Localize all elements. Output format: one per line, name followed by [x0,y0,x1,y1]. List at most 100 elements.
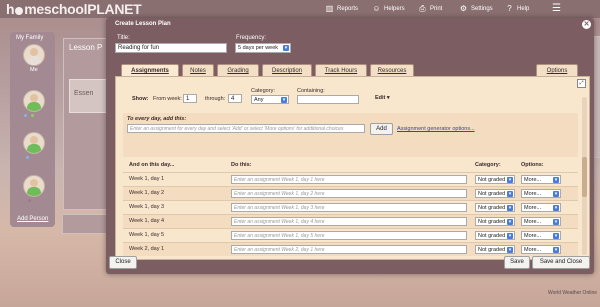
options-select[interactable]: More... ▾ [521,175,561,184]
options-select[interactable]: More... ▾ [521,189,561,198]
nav-reports[interactable]: ▥ Reports [325,4,358,13]
globe-icon [15,7,24,15]
nav-print[interactable]: ⎙ Print [418,4,442,13]
caret-down-icon: ▾ [386,95,390,101]
assignments-table-header: And on this day... Do this: Category: Op… [123,162,578,171]
close-icon[interactable]: ✕ [582,20,591,29]
category-select[interactable]: Not graded ▾ [475,203,515,212]
table-row: Week 1, day 2 Enter an assignment Week 1… [123,186,578,200]
add-button[interactable]: Add [370,123,393,135]
chevron-down-icon: ▾ [553,177,559,183]
options-select[interactable]: More... ▾ [521,245,561,254]
chevron-down-icon: ▾ [553,233,559,239]
table-row: Week 1, day 1 Enter an assignment Week 1… [123,172,578,186]
options-select[interactable]: More... ▾ [521,231,561,240]
through-label: through: [205,96,226,102]
category-select[interactable]: Not graded ▾ [475,175,515,184]
lesson-panel-label: Lesson P [69,43,103,52]
top-bar: h meschoolPLANET ▥ Reports ☺ Helpers ⎙ Pr… [0,0,600,18]
add-person-link[interactable]: Add Person [17,216,48,222]
from-week-input[interactable]: 1 [183,94,197,103]
chevron-down-icon: ▾ [507,219,513,225]
gear-icon: ⚙ [459,4,468,13]
category-select[interactable]: Not graded ▾ [475,217,515,226]
close-button[interactable]: Close [109,256,137,269]
category-select[interactable]: Not graded ▾ [475,189,515,198]
options-select[interactable]: More... ▾ [521,203,561,212]
color-dot [31,114,34,117]
lesson-plan-modal: Create Lesson Plan ✕ Title: Reading for … [106,18,594,274]
chevron-down-icon: ▾ [553,219,559,225]
avatar[interactable] [23,44,45,66]
color-dot [24,114,27,117]
col-day: And on this day... [129,162,175,168]
table-row: Week 1, day 3 Enter an assignment Week 1… [123,200,578,214]
scrollbar[interactable] [582,97,587,255]
family-sidebar: My Family Me [10,32,55,227]
color-dot [26,156,29,159]
category-label: Category: [251,88,275,94]
avatar[interactable] [23,175,45,197]
title-label: Title: [117,35,130,41]
col-category: Category: [475,162,501,168]
generator-options-link[interactable]: Assignment generator options... [397,126,475,132]
chevron-down-icon: ▾ [507,247,513,253]
people-icon: ☺ [372,4,381,13]
nav-helpers[interactable]: ☺ Helpers [372,4,404,13]
table-row: Week 1, day 4 Enter an assignment Week 1… [123,214,578,228]
every-day-input[interactable]: Enter an assignment for every day and se… [127,124,365,133]
assignment-input[interactable]: Enter an assignment Week 1, day 3 here [231,203,467,212]
edit-menu[interactable]: Edit ▾ [375,95,390,101]
add-every-day-section: To every day, add this: Enter an assignm… [123,113,578,157]
every-day-label: To every day, add this: [127,116,187,122]
col-options: Options: [521,162,544,168]
menu-icon[interactable]: ☰ [552,4,561,14]
assignment-input[interactable]: Enter an assignment Week 1, day 2 here [231,189,467,198]
chart-icon: ▥ [325,4,334,13]
category-select[interactable]: Not graded ▾ [475,231,515,240]
save-and-close-button[interactable]: Save and Close [532,256,590,269]
scrollbar-thumb[interactable] [582,157,587,197]
chevron-down-icon: ▾ [553,247,559,253]
app-logo[interactable]: h meschoolPLANET [6,1,142,17]
expand-icon[interactable]: ⤢ [577,79,586,88]
chevron-down-icon: ▾ [507,205,513,211]
chevron-down-icon: ▾ [553,191,559,197]
avatar[interactable] [23,90,45,112]
title-input[interactable]: Reading for fun [115,43,227,53]
containing-label: Containing: [297,88,325,94]
assignment-input[interactable]: Enter an assignment Week 2, day 1 here [231,245,467,254]
assignment-input[interactable]: Enter an assignment Week 1, day 1 here [231,175,467,184]
question-icon: ? [507,4,512,13]
frequency-label: Frequency: [236,35,267,41]
category-filter-select[interactable]: Any ▾ [251,95,289,104]
assignment-input[interactable]: Enter an assignment Week 1, day 4 here [231,217,467,226]
member-caption: Me [30,67,38,73]
avatar[interactable] [23,132,45,154]
chevron-down-icon: ▾ [507,233,513,239]
frequency-select[interactable]: 5 days per week ▾ [235,43,291,53]
assignments-panel: ⤢ Show: From week: 1 through: 4 Category… [115,76,590,260]
chevron-down-icon: ▾ [281,97,287,103]
modal-title: Create Lesson Plan [115,21,171,27]
chevron-down-icon: ▾ [283,45,289,51]
col-do: Do this: [231,162,252,168]
from-week-label: From week: [153,96,182,102]
category-select[interactable]: Not graded ▾ [475,245,515,254]
nav-settings[interactable]: ⚙ Settings [459,4,493,13]
family-title: My Family [16,35,44,41]
weather-label[interactable]: World Weather Online [548,290,597,296]
save-button[interactable]: Save [504,256,530,269]
assignment-input[interactable]: Enter an assignment Week 1, day 5 here [231,231,467,240]
chevron-down-icon: ▾ [553,205,559,211]
chevron-down-icon: ▾ [507,177,513,183]
options-select[interactable]: More... ▾ [521,217,561,226]
through-input[interactable]: 4 [228,94,242,103]
nav-help[interactable]: ? Help [505,4,529,13]
show-label: Show: [132,96,149,102]
table-row: Week 2, day 1 Enter an assignment Week 2… [123,242,578,256]
table-row: Week 1, day 5 Enter an assignment Week 1… [123,228,578,242]
printer-icon: ⎙ [419,4,426,13]
containing-input[interactable] [297,95,359,104]
color-dot [28,199,31,202]
